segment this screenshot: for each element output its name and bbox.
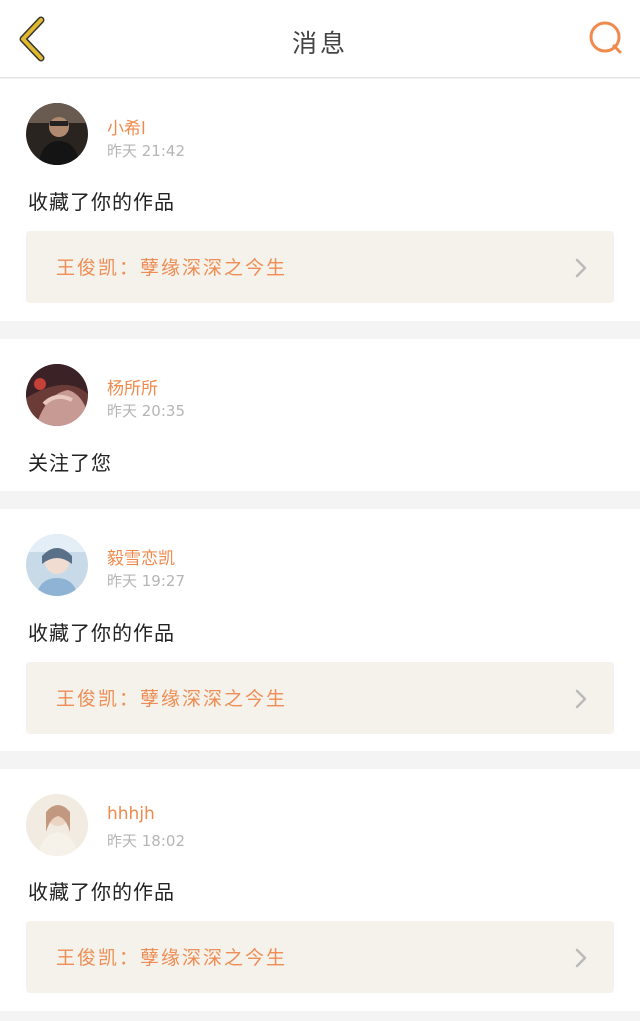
message-item: 小希l 昨天 21:42 收藏了你的作品 王俊凯：孽缘深深之今生 (0, 79, 640, 321)
search-button[interactable] (586, 18, 626, 58)
work-title: 王俊凯：孽缘深深之今生 (56, 947, 288, 969)
username[interactable]: 杨所所 (107, 374, 158, 399)
action-text: 收藏了你的作品 (28, 621, 175, 645)
chevron-right-icon (575, 948, 587, 968)
work-link[interactable]: 王俊凯：孽缘深深之今生 (26, 662, 614, 734)
action-text: 收藏了你的作品 (28, 190, 175, 214)
username[interactable]: 小希l (107, 114, 146, 139)
username[interactable]: 毅雪恋凯 (107, 544, 175, 569)
chevron-right-icon (575, 258, 587, 278)
message-item: 杨所所 昨天 20:35 关注了您 (0, 339, 640, 491)
work-link[interactable]: 王俊凯：孽缘深深之今生 (26, 921, 614, 993)
avatar[interactable] (26, 794, 88, 856)
work-title: 王俊凯：孽缘深深之今生 (56, 257, 288, 279)
avatar[interactable] (26, 534, 88, 596)
action-text: 收藏了你的作品 (28, 880, 175, 904)
top-bar: 消息 (0, 0, 640, 78)
search-icon (589, 21, 622, 54)
chevron-right-icon (575, 689, 587, 709)
avatar[interactable] (26, 103, 88, 165)
avatar[interactable] (26, 364, 88, 426)
timestamp: 昨天 19:27 (107, 572, 185, 590)
timestamp: 昨天 20:35 (107, 402, 185, 420)
page-title: 消息 (291, 29, 348, 58)
username[interactable]: hhhjh (107, 804, 155, 824)
timestamp: 昨天 18:02 (107, 832, 185, 850)
timestamp: 昨天 21:42 (107, 142, 185, 160)
work-title: 王俊凯：孽缘深深之今生 (56, 688, 288, 710)
action-text: 关注了您 (28, 451, 112, 475)
message-item: hhhjh 昨天 18:02 收藏了你的作品 王俊凯：孽缘深深之今生 (0, 769, 640, 1011)
message-item: 毅雪恋凯 昨天 19:27 收藏了你的作品 王俊凯：孽缘深深之今生 (0, 509, 640, 751)
work-link[interactable]: 王俊凯：孽缘深深之今生 (26, 231, 614, 303)
